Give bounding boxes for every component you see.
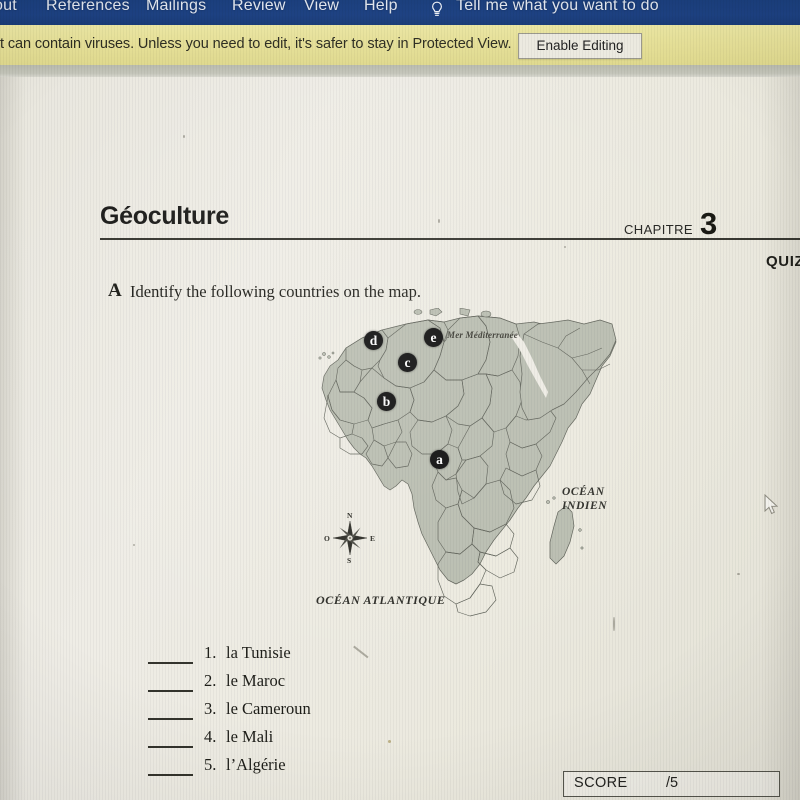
photo-speck xyxy=(183,135,185,138)
ribbon-tab-review[interactable]: Review xyxy=(232,0,286,15)
score-value: /5 xyxy=(666,775,679,791)
ribbon-tab-tell-me[interactable]: Tell me what you want to do xyxy=(456,0,659,15)
enable-editing-button[interactable]: Enable Editing xyxy=(518,33,642,59)
answer-number-5: 5. xyxy=(204,755,217,774)
map-marker-c[interactable]: c xyxy=(398,353,417,372)
africa-map-svg xyxy=(318,308,617,617)
question-prompt: Identify the following countries on the … xyxy=(130,282,421,301)
photo-speck xyxy=(737,573,740,575)
chapitre-label: CHAPITRE xyxy=(624,222,693,237)
photo-speck xyxy=(438,219,440,223)
score-label: SCORE xyxy=(574,775,628,791)
page-left-shadow xyxy=(0,77,26,800)
answer-blank-4[interactable] xyxy=(148,746,193,748)
answer-number-4: 4. xyxy=(204,727,217,746)
answer-number-3: 3. xyxy=(204,699,217,718)
africa-map xyxy=(310,308,622,630)
answer-blank-3[interactable] xyxy=(148,718,193,720)
lightbulb-icon xyxy=(430,1,444,22)
map-marker-d[interactable]: d xyxy=(364,331,383,350)
photo-speck xyxy=(133,544,135,546)
photo-speck xyxy=(564,246,566,248)
ribbon-bottom-divider xyxy=(0,65,800,77)
answer-blank-2[interactable] xyxy=(148,690,193,692)
answer-list: 1. la Tunisie 2. le Maroc 3. le Cameroun… xyxy=(148,643,448,783)
mouse-cursor-icon xyxy=(764,493,780,521)
ribbon-tab-layout[interactable]: out xyxy=(0,0,17,15)
page-title: Géoculture xyxy=(100,202,229,230)
indian-ocean-line1: OCÉAN xyxy=(562,486,605,498)
photo-speck xyxy=(388,740,391,743)
quiz-label: QUIZ xyxy=(766,253,800,270)
list-item: 4. le Mali xyxy=(148,727,448,755)
protected-view-bar: t can contain viruses. Unless you need t… xyxy=(0,25,800,65)
compass-north-label: N xyxy=(347,511,353,520)
protected-view-message: t can contain viruses. Unless you need t… xyxy=(0,36,512,52)
map-marker-b[interactable]: b xyxy=(377,392,396,411)
map-marker-a[interactable]: a xyxy=(430,450,449,469)
answer-number-2: 2. xyxy=(204,671,217,690)
list-item: 5. l’Algérie xyxy=(148,755,448,783)
ribbon-tab-mailings[interactable]: Mailings xyxy=(146,0,206,15)
question-letter: A xyxy=(108,280,122,301)
answer-label-1: la Tunisie xyxy=(226,643,291,662)
answer-label-5: l’Algérie xyxy=(226,755,286,774)
answer-label-2: le Maroc xyxy=(226,671,286,690)
ribbon-tab-view[interactable]: View xyxy=(304,0,339,15)
answer-label-4: le Mali xyxy=(226,727,274,746)
list-item: 2. le Maroc xyxy=(148,671,448,699)
map-label-atlantic-ocean: OCÉAN ATLANTIQUE xyxy=(316,593,446,607)
map-marker-e[interactable]: e xyxy=(424,328,443,347)
photo-speck xyxy=(327,395,329,397)
answer-label-3: le Cameroun xyxy=(226,699,311,718)
word-ribbon-tabs: out References Mailings Review View Help… xyxy=(0,0,800,25)
page-right-shadow xyxy=(760,77,800,800)
compass-west-label: O xyxy=(324,534,330,543)
photo-speck xyxy=(613,617,615,631)
compass-east-label: E xyxy=(370,534,376,543)
answer-number-1: 1. xyxy=(204,643,217,662)
answer-blank-5[interactable] xyxy=(148,774,193,776)
score-box: SCORE /5 xyxy=(563,771,780,797)
ribbon-tab-help[interactable]: Help xyxy=(364,0,398,15)
list-item: 3. le Cameroun xyxy=(148,699,448,727)
compass-south-label: S xyxy=(347,556,352,565)
answer-blank-1[interactable] xyxy=(148,662,193,664)
ribbon-tab-references[interactable]: References xyxy=(46,0,130,15)
compass-rose-icon: N S E O xyxy=(322,508,378,568)
indian-ocean-line2: INDIEN xyxy=(562,500,608,512)
map-label-indian-ocean: OCÉAN INDIEN xyxy=(562,485,607,513)
chapitre-number: 3 xyxy=(700,206,718,241)
header-divider-rule xyxy=(100,238,800,240)
photographed-screen: out References Mailings Review View Help… xyxy=(0,0,800,800)
map-label-mediterranean-sea: Mer Méditerranée xyxy=(447,330,518,340)
list-item: 1. la Tunisie xyxy=(148,643,448,671)
